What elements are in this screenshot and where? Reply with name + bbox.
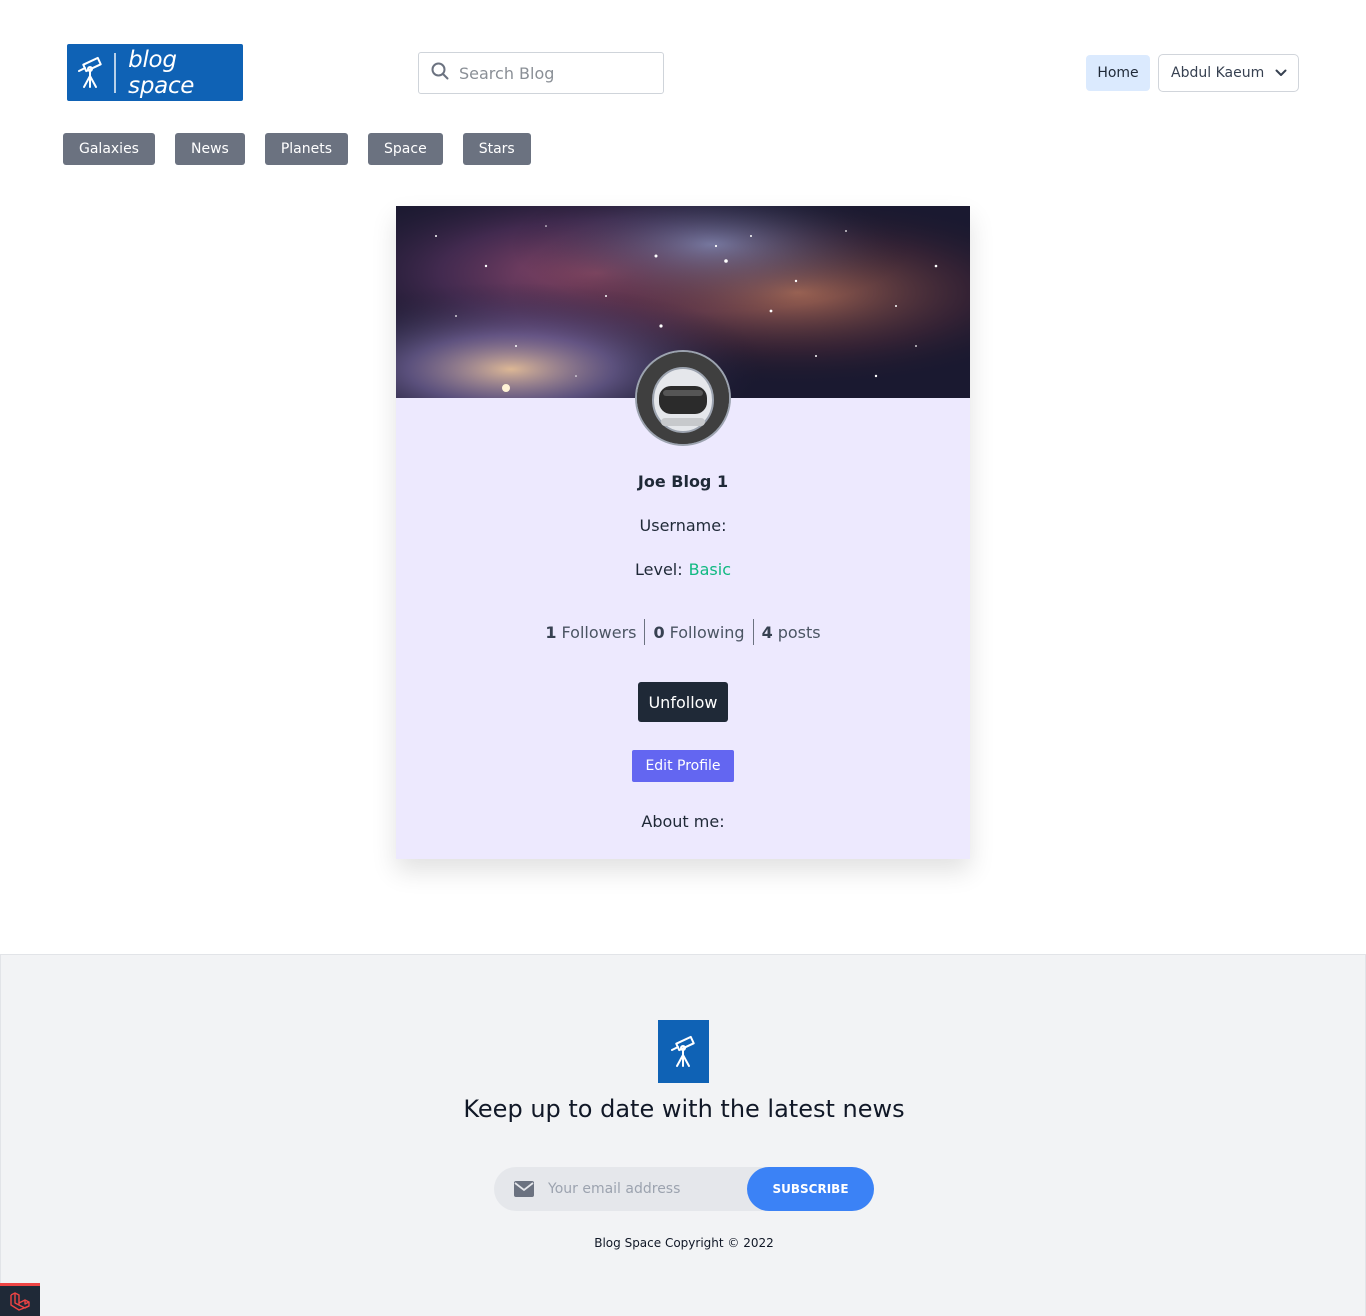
subscribe-button[interactable]: SUBSCRIBE: [747, 1167, 874, 1211]
newsletter-form: SUBSCRIBE: [494, 1167, 874, 1211]
posts-label: posts: [777, 622, 821, 642]
following-label: Following: [669, 622, 745, 642]
followers-label: Followers: [561, 622, 637, 642]
newsletter-heading: Keep up to date with the latest news: [463, 1095, 905, 1123]
home-button[interactable]: Home: [1086, 55, 1150, 91]
category-tag-stars[interactable]: Stars: [462, 133, 531, 165]
following-stat[interactable]: 0 Following: [645, 619, 752, 645]
level-value: Basic: [688, 560, 731, 579]
chevron-down-icon: [1275, 69, 1287, 77]
user-menu-dropdown[interactable]: Abdul Kaeum: [1158, 54, 1299, 92]
posts-stat[interactable]: 4 posts: [754, 619, 829, 645]
footer: Keep up to date with the latest news SUB…: [0, 954, 1366, 1316]
profile-name: Joe Blog 1: [637, 472, 729, 491]
about-me: About me:: [396, 812, 970, 831]
category-tag-space[interactable]: Space: [368, 133, 443, 165]
posts-count: 4: [761, 622, 773, 642]
user-name: Abdul Kaeum: [1171, 65, 1265, 81]
category-tag-galaxies[interactable]: Galaxies: [63, 133, 155, 165]
telescope-icon: [67, 44, 114, 101]
email-input[interactable]: [548, 1181, 738, 1197]
mail-icon: [514, 1181, 534, 1197]
site-logo[interactable]: blog space: [67, 44, 243, 101]
profile-username: Username:: [396, 516, 970, 535]
profile-avatar: [635, 350, 731, 446]
edit-profile-button[interactable]: Edit Profile: [632, 750, 734, 782]
profile-stats: 1 Followers 0 Following 4 posts: [396, 619, 970, 645]
followers-count: 1: [545, 622, 557, 642]
following-count: 0: [653, 622, 665, 642]
about-label: About me:: [641, 812, 725, 831]
unfollow-button[interactable]: Unfollow: [638, 682, 728, 722]
copyright-text: Blog Space Copyright © 2022: [594, 1236, 774, 1250]
telescope-icon: [658, 1020, 709, 1083]
search-box[interactable]: [418, 52, 664, 94]
username-label: Username:: [639, 516, 727, 535]
followers-stat[interactable]: 1 Followers: [537, 619, 644, 645]
profile-card: Joe Blog 1 Username: Level: Basic 1 Follo…: [396, 206, 970, 859]
laravel-icon[interactable]: [0, 1283, 40, 1316]
level-label: Level:: [635, 560, 683, 579]
category-tag-planets[interactable]: Planets: [264, 133, 349, 165]
search-icon: [431, 62, 449, 84]
category-tags: Galaxies News Planets Space Stars: [63, 133, 551, 165]
category-tag-news[interactable]: News: [174, 133, 245, 165]
profile-level: Level: Basic: [396, 560, 970, 579]
logo-text: blog space: [128, 46, 195, 99]
search-input[interactable]: [459, 63, 649, 83]
